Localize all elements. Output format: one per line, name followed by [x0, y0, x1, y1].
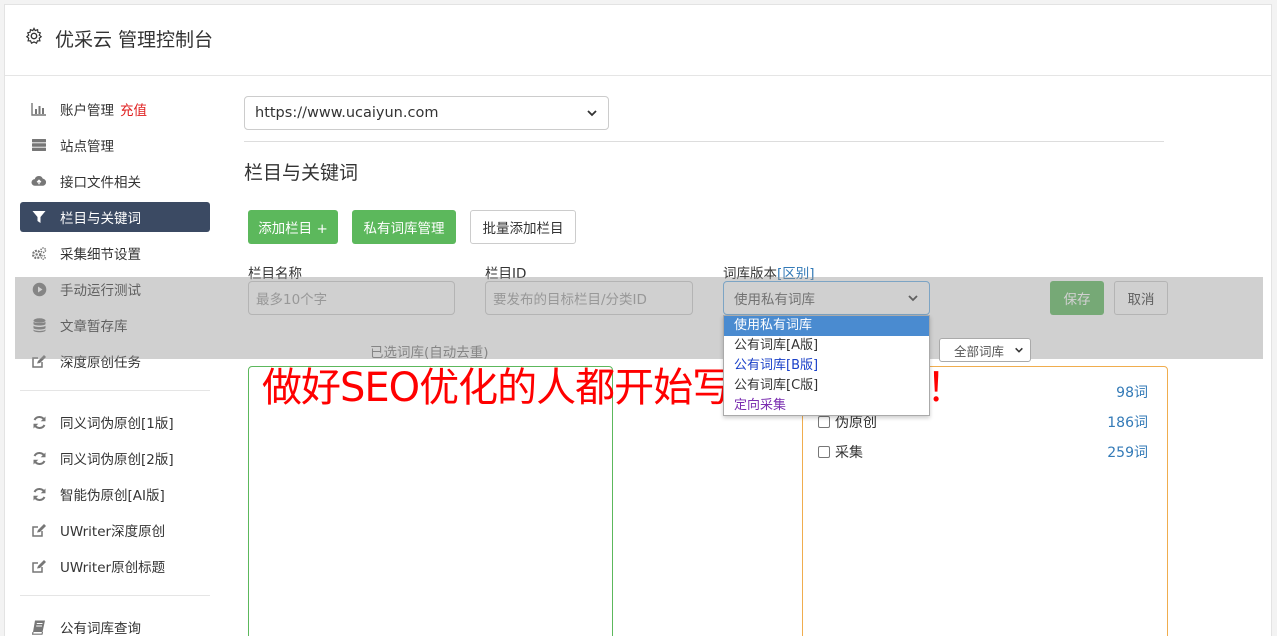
divider	[244, 141, 1164, 142]
sidebar-item[interactable]: 采集细节设置	[20, 238, 210, 268]
sidebar: 账户管理 充值 站点管理 接口文件相关 栏目与关键词 采集细节设置 手动运行测试 文章暂存库深…	[20, 94, 210, 636]
dropdown-option[interactable]: 公有词库[C版]	[724, 376, 929, 396]
refresh-icon	[31, 486, 47, 502]
site-select-value: https://www.ucaiyun.com	[255, 105, 439, 121]
lib-count[interactable]: 98词	[1116, 382, 1148, 402]
chevron-down-icon	[587, 110, 597, 117]
chevron-down-icon	[1015, 347, 1023, 353]
gear-icon	[25, 27, 43, 45]
batch-add-button[interactable]: 批量添加栏目	[470, 210, 576, 244]
site-select[interactable]: https://www.ucaiyun.com	[244, 96, 609, 130]
lib-row[interactable]: 采集 259词	[818, 442, 1148, 462]
refresh-icon	[31, 414, 47, 430]
edit-icon	[31, 522, 47, 538]
edit-icon	[31, 558, 47, 574]
sidebar-item[interactable]: 接口文件相关	[20, 166, 210, 196]
sidebar-item-label: 栏目与关键词	[60, 211, 141, 227]
sidebar-item[interactable]: 站点管理	[20, 130, 210, 160]
sidebar-divider	[20, 390, 210, 391]
section-title: 栏目与关键词	[244, 162, 359, 184]
sidebar-item[interactable]: 同义词伪原创[1版]	[20, 407, 210, 437]
dropdown-option[interactable]: 定向采集	[724, 396, 929, 416]
sidebar-item[interactable]: UWriter深度原创	[20, 515, 210, 545]
add-column-button[interactable]: 添加栏目 +	[248, 210, 338, 244]
lib-count[interactable]: 259词	[1107, 442, 1148, 462]
book-icon	[31, 619, 47, 635]
dropdown-option[interactable]: 公有词库[A版]	[724, 336, 929, 356]
sidebar-item[interactable]: 栏目与关键词	[20, 202, 210, 232]
server-icon	[31, 137, 47, 153]
page-title: 优采云 管理控制台	[55, 29, 214, 51]
sidebar-item[interactable]: UWriter原创标题	[20, 551, 210, 581]
lib-checkbox[interactable]	[818, 446, 830, 458]
sidebar-item-label: 同义词伪原创[1版]	[60, 416, 174, 432]
cogs-icon	[31, 245, 47, 261]
sidebar-item-label: 同义词伪原创[2版]	[60, 452, 174, 468]
modal-overlay	[15, 277, 1263, 359]
lib-count[interactable]: 186词	[1107, 412, 1148, 432]
sidebar-item-label: 账户管理	[60, 103, 114, 119]
sidebar-item-label: 接口文件相关	[60, 175, 141, 191]
sidebar-item-label: 智能伪原创[AI版]	[60, 488, 165, 504]
page-header: 优采云 管理控制台	[5, 5, 1271, 76]
sidebar-item[interactable]: 同义词伪原创[2版]	[20, 443, 210, 473]
sidebar-item[interactable]: 智能伪原创[AI版]	[20, 479, 210, 509]
filter-icon	[31, 209, 47, 225]
sidebar-item[interactable]: 公有词库查询	[20, 612, 210, 636]
lib-version-dropdown: 使用私有词库 公有词库[A版] 公有词库[B版] 公有词库[C版] 定向采集	[723, 315, 930, 416]
private-lib-button[interactable]: 私有词库管理	[352, 210, 456, 244]
dropdown-option[interactable]: 公有词库[B版]	[724, 356, 929, 376]
lib-name: 采集	[835, 445, 863, 461]
sidebar-item-label: 公有词库查询	[60, 621, 141, 636]
sidebar-item-label: UWriter深度原创	[60, 524, 166, 540]
sidebar-item[interactable]: 账户管理 充值	[20, 94, 210, 124]
lib-checkbox[interactable]	[818, 416, 830, 428]
bar-chart-icon	[31, 101, 47, 117]
sidebar-item-label: 采集细节设置	[60, 247, 141, 263]
dropdown-option[interactable]: 使用私有词库	[724, 316, 929, 336]
recharge-link[interactable]: 充值	[120, 99, 147, 119]
sidebar-item-label: 站点管理	[60, 139, 114, 155]
sidebar-item-label: UWriter原创标题	[60, 560, 166, 576]
refresh-icon	[31, 450, 47, 466]
cloud-upload-icon	[31, 173, 47, 189]
sidebar-divider	[20, 595, 210, 596]
